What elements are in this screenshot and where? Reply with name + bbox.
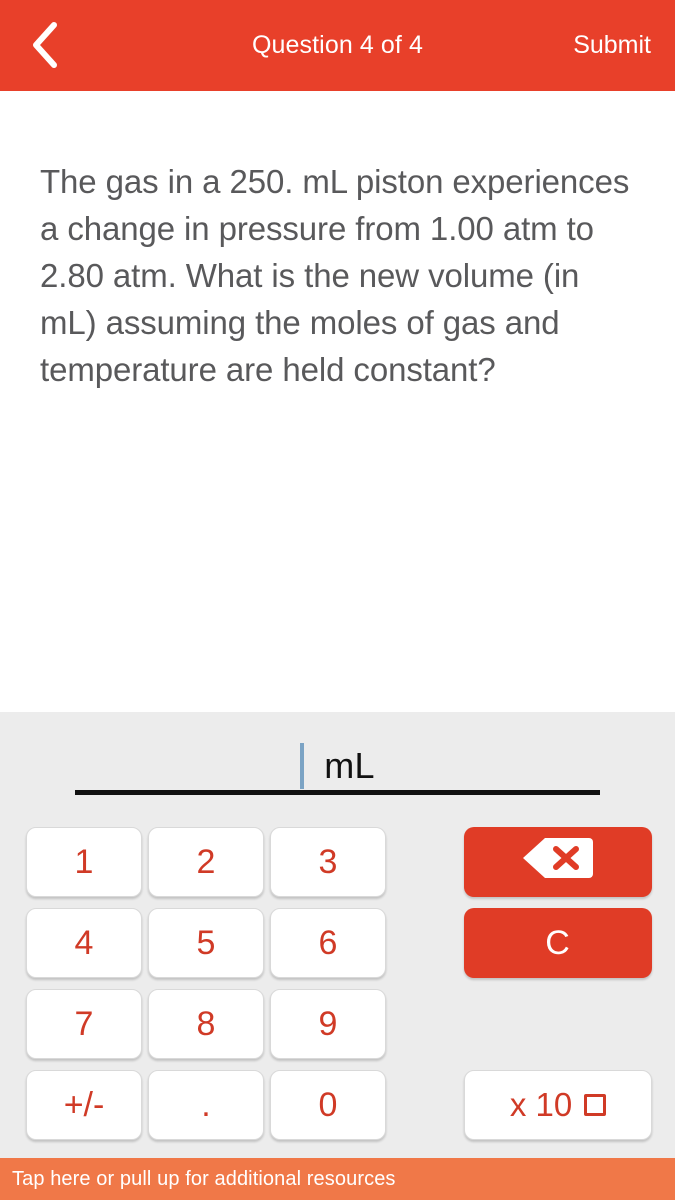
exponent-placeholder-box [584, 1094, 607, 1116]
exponent-label: x 10 [509, 1086, 573, 1123]
key-6[interactable]: 6 [270, 908, 386, 978]
question-text: The gas in a 250. mL piston experiences … [40, 163, 630, 388]
app-header: Question 4 of 4 Submit [0, 0, 675, 91]
resources-bar-label: Tap here or pull up for additional resou… [12, 1167, 396, 1190]
clear-label: C [545, 923, 571, 962]
key-4[interactable]: 4 [26, 908, 142, 978]
clear-button[interactable]: C [464, 908, 652, 978]
answer-underline [75, 790, 600, 795]
key-1[interactable]: 1 [26, 827, 142, 897]
resources-bar[interactable]: Tap here or pull up for additional resou… [0, 1158, 675, 1200]
key-5[interactable]: 5 [148, 908, 264, 978]
key-decimal[interactable]: . [148, 1070, 264, 1140]
question-area: The gas in a 250. mL piston experiences … [0, 91, 675, 712]
answer-keypad-panel: mL 1 2 3 4 5 6 7 8 9 +/- . 0 C x 10 [0, 712, 675, 1158]
exponent-button[interactable]: x 10 [464, 1070, 652, 1140]
backspace-delete-icon [523, 836, 593, 889]
submit-button[interactable]: Submit [573, 0, 651, 91]
backspace-button[interactable] [464, 827, 652, 897]
text-caret [300, 743, 305, 789]
key-7[interactable]: 7 [26, 989, 142, 1059]
key-8[interactable]: 8 [148, 989, 264, 1059]
key-9[interactable]: 9 [270, 989, 386, 1059]
key-0[interactable]: 0 [270, 1070, 386, 1140]
question-screen: Question 4 of 4 Submit The gas in a 250.… [0, 0, 675, 1200]
key-sign[interactable]: +/- [26, 1070, 142, 1140]
answer-unit-label: mL [324, 745, 375, 786]
keypad-grid: 1 2 3 4 5 6 7 8 9 +/- . 0 C x 10 [0, 827, 675, 1140]
key-3[interactable]: 3 [270, 827, 386, 897]
key-2[interactable]: 2 [148, 827, 264, 897]
